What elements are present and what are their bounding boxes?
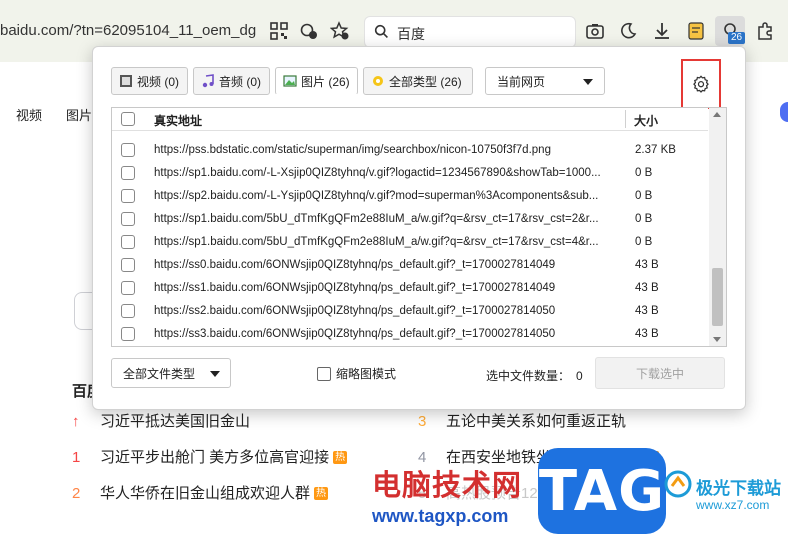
media-file-table: 真实地址 大小 https://pss.bdstatic.com/static/… bbox=[111, 107, 727, 347]
row-checkbox[interactable] bbox=[121, 212, 135, 226]
night-mode-icon[interactable] bbox=[617, 20, 639, 42]
search-icon bbox=[374, 24, 388, 38]
selected-count: 选中文件数量： 0 bbox=[486, 369, 583, 383]
jg-logo-icon bbox=[664, 470, 692, 498]
table-row[interactable]: https://sp1.baidu.com/-L-Xsjip0QIZ8tyhnq… bbox=[112, 162, 708, 185]
watermark-url: www.tagxp.com bbox=[372, 506, 509, 526]
download-icon[interactable] bbox=[651, 20, 673, 42]
row-checkbox[interactable] bbox=[121, 281, 135, 295]
table-row[interactable]: https://sp1.baidu.com/5bU_dTmfKgQFm2e88I… bbox=[112, 231, 708, 254]
list-item[interactable]: 1 习近平步出舱门 美方多位高官迎接热 bbox=[72, 446, 348, 467]
image-icon bbox=[283, 75, 297, 87]
select-all-checkbox[interactable] bbox=[121, 112, 135, 126]
nav-image-link[interactable]: 图片 bbox=[66, 105, 92, 124]
tab-audio[interactable]: 音频 (0) bbox=[193, 67, 270, 95]
list-item[interactable]: 2 华人华侨在旧金山组成欢迎人群热 bbox=[72, 482, 329, 503]
search-engine-label: 百度 bbox=[397, 26, 425, 42]
table-row[interactable]: https://pss.bdstatic.com/static/superman… bbox=[112, 139, 708, 162]
chevron-down-icon bbox=[210, 371, 220, 377]
row-checkbox[interactable] bbox=[121, 258, 135, 272]
table-row[interactable]: https://ss1.baidu.com/6ONWsjip0QIZ8tyhnq… bbox=[112, 277, 708, 300]
row-checkbox[interactable] bbox=[121, 304, 135, 318]
music-note-icon bbox=[202, 74, 214, 88]
address-bar-url[interactable]: baidu.com/?tn=62095104_11_oem_dg bbox=[0, 22, 256, 39]
video-icon bbox=[120, 75, 132, 87]
row-checkbox[interactable] bbox=[121, 189, 135, 203]
row-checkbox[interactable] bbox=[121, 166, 135, 180]
jg-watermark-name: 极光下载站 bbox=[696, 479, 781, 498]
camera-icon[interactable] bbox=[584, 20, 606, 42]
table-row[interactable]: https://sp1.baidu.com/5bU_dTmfKgQFm2e88I… bbox=[112, 208, 708, 231]
scroll-down-icon[interactable] bbox=[713, 337, 721, 342]
watermark-site-name: 电脑技术网 bbox=[372, 470, 523, 502]
thumbnail-mode-checkbox[interactable] bbox=[317, 366, 331, 381]
hot-badge: 热 bbox=[314, 487, 329, 500]
extension-count-badge: 26 bbox=[728, 32, 746, 44]
list-item[interactable]: 3 五论中美关系如何重返正轨 bbox=[418, 410, 626, 431]
jg-watermark-url: www.xz7.com bbox=[696, 498, 770, 512]
thumbnail-mode-toggle[interactable]: 缩略图模式 bbox=[317, 365, 396, 382]
table-row[interactable]: https://sp2.baidu.com/-L-Ysjip0QIZ8tyhnq… bbox=[112, 185, 708, 208]
file-type-select[interactable]: 全部文件类型 bbox=[111, 358, 231, 388]
table-row[interactable]: https://ss0.baidu.com/6ONWsjip0QIZ8tyhnq… bbox=[112, 254, 708, 277]
notes-icon[interactable] bbox=[685, 20, 707, 42]
scroll-up-icon[interactable] bbox=[713, 112, 721, 117]
download-selected-button[interactable]: 下载选中 bbox=[595, 357, 725, 389]
pinned-top-icon: ↑ bbox=[72, 413, 80, 430]
gear-icon bbox=[693, 75, 709, 93]
tab-image[interactable]: 图片 (26) bbox=[275, 67, 358, 95]
extensions-puzzle-icon[interactable] bbox=[754, 20, 776, 42]
table-header: 真实地址 大小 bbox=[112, 108, 708, 131]
nav-video-link[interactable]: 视频 bbox=[16, 105, 42, 124]
table-row[interactable]: https://ss3.baidu.com/6ONWsjip0QIZ8tyhnq… bbox=[112, 323, 708, 346]
tab-video[interactable]: 视频 (0) bbox=[111, 67, 188, 95]
page-scope-select[interactable]: 当前网页 bbox=[485, 67, 605, 95]
tag-logo: TAG bbox=[538, 448, 666, 534]
tab-all-types[interactable]: 全部类型 (26) bbox=[363, 67, 473, 95]
list-item[interactable]: ↑ 习近平抵达美国旧金山 bbox=[72, 410, 250, 431]
column-header-size: 大小 bbox=[634, 114, 659, 128]
row-checkbox[interactable] bbox=[121, 235, 135, 249]
media-sniffer-popup: 视频 (0) 音频 (0) 图片 (26) 全部类型 (26) 当前网页 真实地… bbox=[92, 46, 746, 410]
search-input-fragment bbox=[74, 292, 93, 330]
scrollbar-thumb[interactable] bbox=[712, 268, 723, 326]
table-row[interactable]: https://ss2.baidu.com/6ONWsjip0QIZ8tyhnq… bbox=[112, 300, 708, 323]
column-divider[interactable] bbox=[625, 110, 626, 128]
row-checkbox[interactable] bbox=[121, 143, 135, 157]
avatar[interactable] bbox=[780, 102, 788, 122]
search-box[interactable]: 百度 bbox=[364, 16, 576, 48]
qr-code-icon[interactable] bbox=[268, 20, 290, 42]
all-types-icon bbox=[373, 76, 383, 86]
settings-button-highlighted[interactable] bbox=[681, 59, 721, 109]
table-scrollbar[interactable] bbox=[709, 108, 726, 346]
hot-badge: 热 bbox=[333, 451, 348, 464]
bookmark-star-icon[interactable] bbox=[329, 20, 351, 42]
column-header-url: 真实地址 bbox=[154, 114, 203, 128]
row-checkbox[interactable] bbox=[121, 327, 135, 341]
translate-icon[interactable] bbox=[298, 20, 320, 42]
chevron-down-icon bbox=[583, 79, 593, 85]
